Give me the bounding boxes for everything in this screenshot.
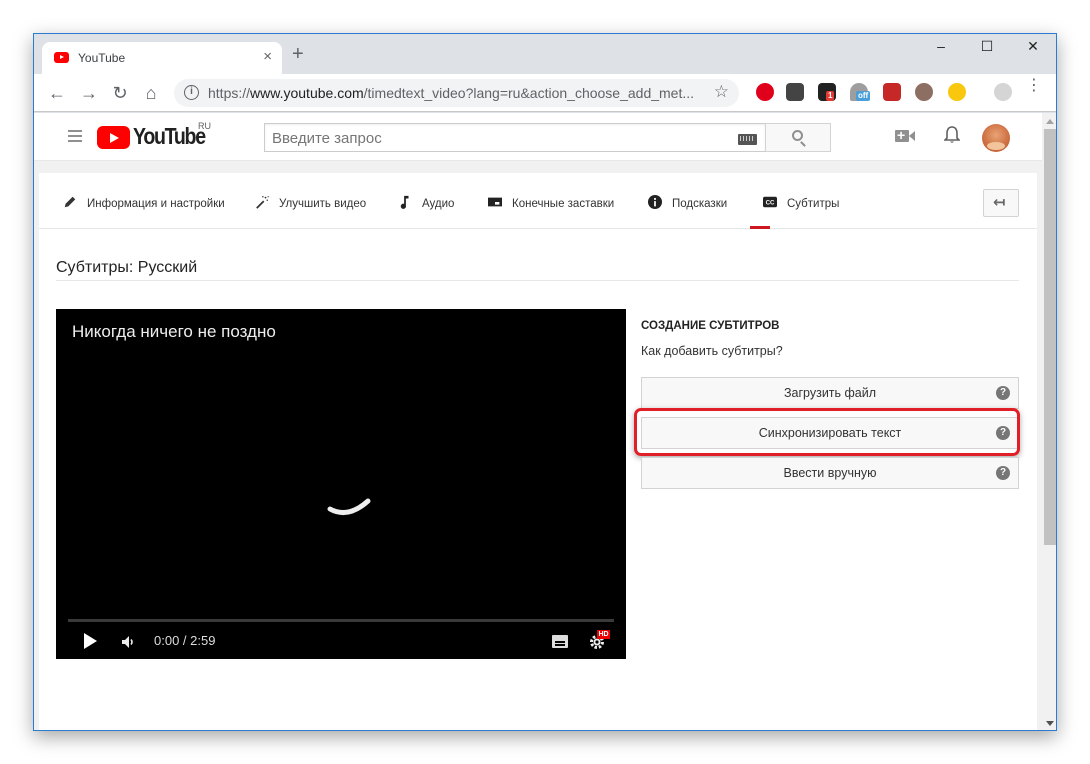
extension-face-icon[interactable] (915, 83, 933, 101)
page-viewport: YouTube RU Введите запрос Информация (34, 113, 1042, 730)
profile-icon[interactable] (994, 83, 1012, 101)
volume-icon[interactable] (122, 635, 136, 649)
extension-gear-icon[interactable] (786, 83, 804, 101)
back-to-videos-button[interactable]: ↤ (983, 189, 1019, 217)
option-label: Синхронизировать текст (758, 426, 902, 440)
extension-badge: off (856, 91, 871, 101)
home-icon[interactable]: ⌂ (140, 82, 162, 104)
guide-menu-icon[interactable] (68, 130, 82, 145)
browser-window: YouTube × + – ☐ ✕ ← → ↻ ⌂ i https://www.… (33, 33, 1057, 731)
browser-menu-icon[interactable]: ⋮ (1026, 78, 1042, 94)
forward-icon[interactable]: → (78, 82, 100, 104)
subtitles-toggle-icon[interactable] (552, 635, 568, 648)
page-title: Субтитры: Русский (56, 259, 198, 276)
scroll-up-arrow-icon[interactable] (1046, 119, 1054, 124)
user-avatar[interactable] (982, 124, 1010, 152)
extension-badge: 1 (826, 91, 835, 101)
minimize-button[interactable]: – (918, 38, 964, 60)
notifications-bell-icon[interactable] (944, 126, 960, 144)
loading-spinner-icon (327, 498, 371, 516)
page-scrollbar[interactable] (1042, 113, 1056, 730)
upload-video-icon[interactable] (895, 127, 915, 143)
extension-play-icon[interactable] (883, 83, 901, 101)
video-player[interactable]: Никогда ничего не поздно 0:00 / 2:59 HD (56, 309, 626, 659)
hd-badge: HD (597, 630, 611, 639)
editor-tabs: Информация и настройки Улучшить видео Ау… (39, 173, 1037, 229)
search-icon (792, 130, 803, 141)
new-tab-button[interactable]: + (292, 44, 304, 64)
help-icon[interactable]: ? (996, 386, 1010, 400)
search-input[interactable]: Введите запрос (264, 123, 766, 152)
tab-label: Аудио (422, 198, 455, 210)
back-arrow-icon: ↤ (993, 194, 1006, 211)
sync-text-button[interactable]: Синхронизировать текст ? (641, 417, 1019, 449)
back-icon[interactable]: ← (46, 82, 68, 104)
extension-coin-icon[interactable] (948, 83, 966, 101)
option-label: Загрузить файл (783, 386, 877, 400)
address-bar[interactable]: i https://www.youtube.com/timedtext_vide… (174, 79, 739, 107)
logo-text: YouTube (133, 123, 206, 149)
info-icon (648, 195, 662, 209)
music-note-icon (400, 195, 409, 209)
panel-subheading: Как добавить субтитры? (641, 344, 783, 358)
tab-label: Подсказки (672, 198, 728, 210)
extension-vpn-icon[interactable]: off (850, 83, 871, 101)
type-manually-button[interactable]: Ввести вручную ? (641, 457, 1019, 489)
logo-region: RU (198, 121, 211, 131)
divider (56, 280, 1019, 281)
help-icon[interactable]: ? (996, 466, 1010, 480)
url-scheme: https:// (208, 85, 251, 101)
editor-card: Информация и настройки Улучшить видео Ау… (39, 173, 1037, 730)
search-button[interactable] (765, 123, 831, 152)
cc-icon: CC (763, 196, 777, 208)
magic-wand-icon (256, 196, 269, 209)
site-info-icon[interactable]: i (184, 85, 199, 100)
browser-toolbar: ← → ↻ ⌂ i https://www.youtube.com/timedt… (34, 74, 1056, 112)
end-screen-icon (488, 197, 502, 207)
url-path: /timedtext_video?lang=ru&action_choose_a… (363, 85, 695, 101)
extension-dark-icon[interactable]: 1 (818, 83, 836, 101)
help-icon[interactable]: ? (996, 426, 1010, 440)
time-display: 0:00 / 2:59 (154, 633, 216, 648)
tab-label: Субтитры (787, 198, 840, 210)
browser-tab-youtube[interactable]: YouTube × (42, 42, 282, 75)
close-window-button[interactable]: ✕ (1010, 38, 1056, 60)
reload-icon[interactable]: ↻ (109, 82, 131, 104)
tab-title: YouTube (78, 51, 126, 65)
search-placeholder: Введите запрос (272, 130, 382, 147)
video-title: Никогда ничего не поздно (72, 322, 276, 341)
tab-label: Конечные заставки (512, 198, 615, 210)
pencil-icon (64, 196, 76, 208)
keyboard-icon[interactable] (738, 134, 757, 145)
scroll-thumb[interactable] (1044, 129, 1056, 545)
panel-heading: СОЗДАНИЕ СУБТИТРОВ (641, 320, 780, 332)
bookmark-star-icon[interactable]: ☆ (714, 82, 729, 102)
youtube-masthead: YouTube RU Введите запрос (34, 113, 1042, 161)
option-label: Ввести вручную (783, 466, 877, 480)
scroll-down-arrow-icon[interactable] (1046, 721, 1054, 726)
svg-text:CC: CC (766, 200, 775, 207)
upload-file-button[interactable]: Загрузить файл ? (641, 377, 1019, 409)
progress-bar[interactable] (68, 619, 614, 622)
youtube-play-logo-icon (97, 126, 130, 149)
youtube-favicon-icon (54, 52, 69, 63)
maximize-button[interactable]: ☐ (964, 38, 1010, 60)
tab-label: Улучшить видео (279, 198, 367, 210)
play-icon[interactable] (84, 633, 97, 649)
url-host: www.youtube.com (250, 85, 364, 101)
tab-strip: YouTube × + – ☐ ✕ (34, 34, 1056, 75)
tab-close-icon[interactable]: × (263, 48, 272, 65)
url-text[interactable]: https://www.youtube.com/timedtext_video?… (208, 85, 694, 101)
tab-label: Информация и настройки (87, 198, 225, 210)
opera-adblock-icon[interactable] (756, 83, 774, 101)
